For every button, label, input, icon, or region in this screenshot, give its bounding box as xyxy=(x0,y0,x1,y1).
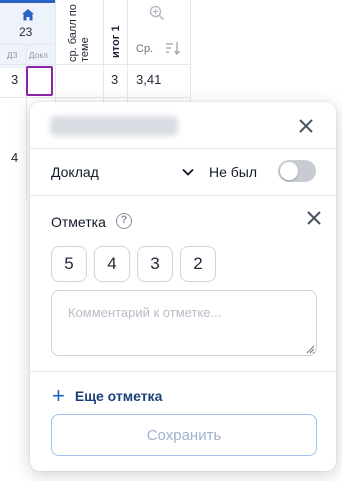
total-grade: 3 xyxy=(111,72,119,87)
total-header: итог 1 xyxy=(110,25,122,58)
day-number: 23 xyxy=(19,25,33,39)
save-button[interactable]: Сохранить xyxy=(51,414,317,456)
grade-option-3[interactable]: 3 xyxy=(137,246,173,282)
grade-option-5[interactable]: 5 xyxy=(51,246,87,282)
avg-column-header: Ср. xyxy=(136,43,154,55)
close-icon[interactable] xyxy=(298,118,314,134)
report-subcolumn: Докл xyxy=(29,51,49,60)
homework-grade[interactable]: 3 xyxy=(11,72,18,87)
average-grade: 3,41 xyxy=(136,72,162,87)
zoom-in-icon xyxy=(149,5,165,21)
absent-label: Не был xyxy=(209,164,258,180)
close-icon[interactable] xyxy=(306,210,322,226)
work-type-select[interactable]: Доклад xyxy=(51,164,99,180)
zoom-in-button[interactable] xyxy=(146,2,168,24)
student-name-blurred xyxy=(50,116,178,136)
home-icon xyxy=(22,9,34,21)
add-grade-label: Еще отметка xyxy=(74,388,163,404)
grade-option-4[interactable]: 4 xyxy=(94,246,130,282)
homework-subcolumn: ДЗ xyxy=(7,51,18,60)
absent-toggle[interactable] xyxy=(278,160,316,182)
toggle-knob xyxy=(280,162,298,180)
comment-field[interactable]: Комментарий к отметке... xyxy=(51,290,317,356)
resize-grip-icon[interactable] xyxy=(305,344,315,354)
question-icon[interactable]: ? xyxy=(116,213,132,229)
selected-grade-cell[interactable] xyxy=(26,66,53,96)
sort-icon[interactable] xyxy=(165,41,181,55)
grade-popup: Доклад Не был Отметка ? 5 4 3 2 Коммента… xyxy=(30,102,336,471)
avg-topic-header: ср. балл по теме xyxy=(67,4,91,62)
add-grade-button[interactable]: + Еще отметка xyxy=(52,383,163,408)
grade-option-2[interactable]: 2 xyxy=(180,246,216,282)
plus-icon: + xyxy=(52,383,65,408)
homework-grade[interactable]: 4 xyxy=(11,150,18,165)
chevron-down-icon[interactable] xyxy=(181,165,195,179)
grade-section-title: Отметка xyxy=(51,214,106,230)
today-indicator xyxy=(0,0,55,3)
